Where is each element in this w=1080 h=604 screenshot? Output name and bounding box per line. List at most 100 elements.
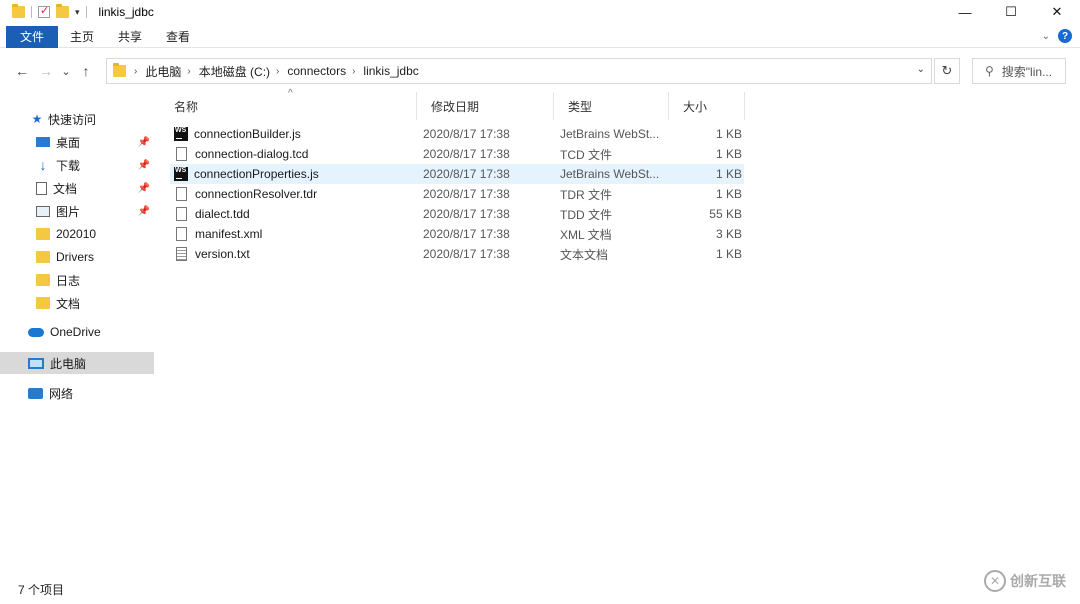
file-date: 2020/8/17 17:38 bbox=[423, 167, 510, 181]
back-button[interactable]: ← bbox=[10, 63, 34, 79]
file-name: manifest.xml bbox=[195, 227, 263, 241]
column-header-type[interactable]: 类型 bbox=[554, 92, 669, 120]
breadcrumb-linkis-jdbc[interactable]: linkis_jdbc bbox=[363, 64, 418, 78]
title-bar: ▾ linkis_jdbc — ☐ ✕ bbox=[0, 0, 1080, 24]
file-date: 2020/8/17 17:38 bbox=[423, 227, 510, 241]
column-header-label: 修改日期 bbox=[431, 99, 480, 114]
divider bbox=[31, 6, 32, 18]
address-bar[interactable]: › 此电脑 › 本地磁盘 (C:) › connectors › linkis_… bbox=[106, 58, 932, 84]
sidebar-item-drivers[interactable]: Drivers bbox=[0, 246, 154, 268]
column-header-size[interactable]: 大小 bbox=[669, 92, 745, 120]
sidebar-item-folder-202010[interactable]: 202010 bbox=[0, 223, 154, 245]
sidebar-item-documents[interactable]: 文档 📌 bbox=[0, 177, 154, 199]
sidebar-item-pictures[interactable]: 图片 📌 bbox=[0, 200, 154, 222]
refresh-button[interactable]: ↻ bbox=[934, 58, 960, 84]
file-row[interactable]: manifest.xml 2020/8/17 17:38 XML 文档 3 KB bbox=[170, 224, 744, 244]
file-date: 2020/8/17 17:38 bbox=[423, 147, 510, 161]
watermark: ✕ 创新互联 bbox=[984, 570, 1066, 592]
column-header-label: 大小 bbox=[683, 99, 708, 114]
sidebar-item-documents-folder[interactable]: 文档 bbox=[0, 292, 154, 314]
file-name-cell: WS connectionBuilder.js bbox=[174, 127, 414, 141]
up-button[interactable]: ↑ bbox=[74, 63, 98, 79]
sidebar-item-this-pc[interactable]: 此电脑 bbox=[0, 352, 154, 374]
sidebar-item-label: 桌面 bbox=[56, 135, 81, 150]
close-button[interactable]: ✕ bbox=[1034, 0, 1080, 24]
chevron-right-icon[interactable]: › bbox=[187, 66, 190, 77]
file-type: 文本文档 bbox=[560, 247, 609, 262]
tab-view[interactable]: 查看 bbox=[154, 26, 202, 48]
properties-icon[interactable] bbox=[38, 4, 50, 18]
sidebar-item-onedrive[interactable]: OneDrive bbox=[0, 321, 154, 343]
file-name: version.txt bbox=[195, 247, 250, 261]
sidebar-item-label: 快速访问 bbox=[48, 112, 97, 127]
help-icon[interactable]: ? bbox=[1058, 29, 1072, 43]
tab-share[interactable]: 共享 bbox=[106, 26, 154, 48]
file-icon bbox=[176, 147, 187, 161]
recent-locations-button[interactable]: ⌄ bbox=[58, 65, 74, 78]
folder-icon bbox=[12, 4, 25, 18]
chevron-right-icon[interactable]: › bbox=[352, 66, 355, 77]
file-size: 1 KB bbox=[715, 167, 742, 181]
pin-icon[interactable]: 📌 bbox=[138, 137, 150, 148]
sidebar-item-label: OneDrive bbox=[50, 325, 101, 339]
sidebar-item-logs[interactable]: 日志 bbox=[0, 269, 154, 291]
chevron-right-icon[interactable]: › bbox=[276, 66, 279, 77]
file-icon bbox=[176, 227, 187, 241]
file-type: JetBrains WebSt... bbox=[560, 127, 660, 141]
breadcrumb-local-disk[interactable]: 本地磁盘 (C:) bbox=[199, 63, 270, 80]
minimize-button[interactable]: — bbox=[942, 0, 988, 24]
folder-icon bbox=[113, 63, 126, 77]
sidebar-item-desktop[interactable]: 桌面 📌 bbox=[0, 131, 154, 153]
column-header-date[interactable]: 修改日期 bbox=[417, 92, 554, 120]
file-size: 1 KB bbox=[715, 147, 742, 161]
file-row[interactable]: WS connectionProperties.js 2020/8/17 17:… bbox=[170, 164, 744, 184]
file-row[interactable]: version.txt 2020/8/17 17:38 文本文档 1 KB bbox=[170, 244, 744, 264]
maximize-button[interactable]: ☐ bbox=[988, 0, 1034, 24]
tab-file[interactable]: 文件 bbox=[6, 25, 59, 48]
folder-icon bbox=[36, 251, 50, 263]
file-row[interactable]: WS connectionBuilder.js 2020/8/17 17:38 … bbox=[170, 124, 744, 144]
folder-icon bbox=[36, 228, 50, 240]
column-header-label: 名称 bbox=[174, 99, 199, 114]
pin-icon[interactable]: 📌 bbox=[138, 183, 150, 194]
pin-icon[interactable]: 📌 bbox=[138, 206, 150, 217]
file-date: 2020/8/17 17:38 bbox=[423, 247, 510, 261]
sidebar-item-downloads[interactable]: ↓ 下载 📌 bbox=[0, 154, 154, 176]
watermark-logo-icon: ✕ bbox=[984, 570, 1006, 592]
search-icon: ⚲ bbox=[985, 64, 994, 78]
sidebar-item-network[interactable]: 网络 bbox=[0, 382, 154, 404]
breadcrumb-this-pc[interactable]: 此电脑 bbox=[145, 63, 181, 80]
search-input[interactable]: ⚲ 搜索"lin... bbox=[972, 58, 1066, 84]
customize-toolbar-icon[interactable]: ▾ bbox=[75, 7, 80, 18]
watermark-text: 创新互联 bbox=[1010, 573, 1066, 589]
pin-icon[interactable]: 📌 bbox=[138, 160, 150, 171]
file-date: 2020/8/17 17:38 bbox=[423, 127, 510, 141]
column-header-name[interactable]: ^ 名称 bbox=[160, 88, 417, 120]
file-name: connectionResolver.tdr bbox=[195, 187, 318, 201]
file-row[interactable]: connectionResolver.tdr 2020/8/17 17:38 T… bbox=[170, 184, 744, 204]
chevron-right-icon[interactable]: › bbox=[134, 66, 137, 77]
network-icon bbox=[28, 387, 43, 399]
file-name-cell: manifest.xml bbox=[174, 227, 414, 241]
folder-icon bbox=[36, 274, 50, 286]
breadcrumb-connectors[interactable]: connectors bbox=[287, 64, 346, 78]
desktop-icon bbox=[36, 137, 50, 147]
sidebar-item-quick-access[interactable]: ★ 快速访问 bbox=[0, 108, 154, 130]
file-size: 3 KB bbox=[715, 227, 742, 241]
file-size: 1 KB bbox=[715, 247, 742, 261]
cloud-icon bbox=[28, 327, 44, 337]
new-folder-icon[interactable] bbox=[56, 4, 69, 18]
sort-ascending-icon: ^ bbox=[288, 88, 293, 99]
ribbon-right: ⌄ ? bbox=[1042, 29, 1072, 43]
file-name: dialect.tdd bbox=[195, 207, 250, 221]
sidebar-item-label: 文档 bbox=[56, 296, 81, 311]
chevron-down-icon[interactable]: ⌄ bbox=[917, 64, 925, 75]
forward-button[interactable]: → bbox=[34, 63, 58, 79]
expand-ribbon-icon[interactable]: ⌄ bbox=[1042, 31, 1050, 42]
webstorm-icon: WS bbox=[174, 167, 188, 181]
tab-home[interactable]: 主页 bbox=[58, 26, 106, 48]
file-type: JetBrains WebSt... bbox=[560, 167, 660, 181]
file-row[interactable]: dialect.tdd 2020/8/17 17:38 TDD 文件 55 KB bbox=[170, 204, 744, 224]
file-name-cell: version.txt bbox=[174, 247, 414, 261]
file-row[interactable]: connection-dialog.tcd 2020/8/17 17:38 TC… bbox=[170, 144, 744, 164]
